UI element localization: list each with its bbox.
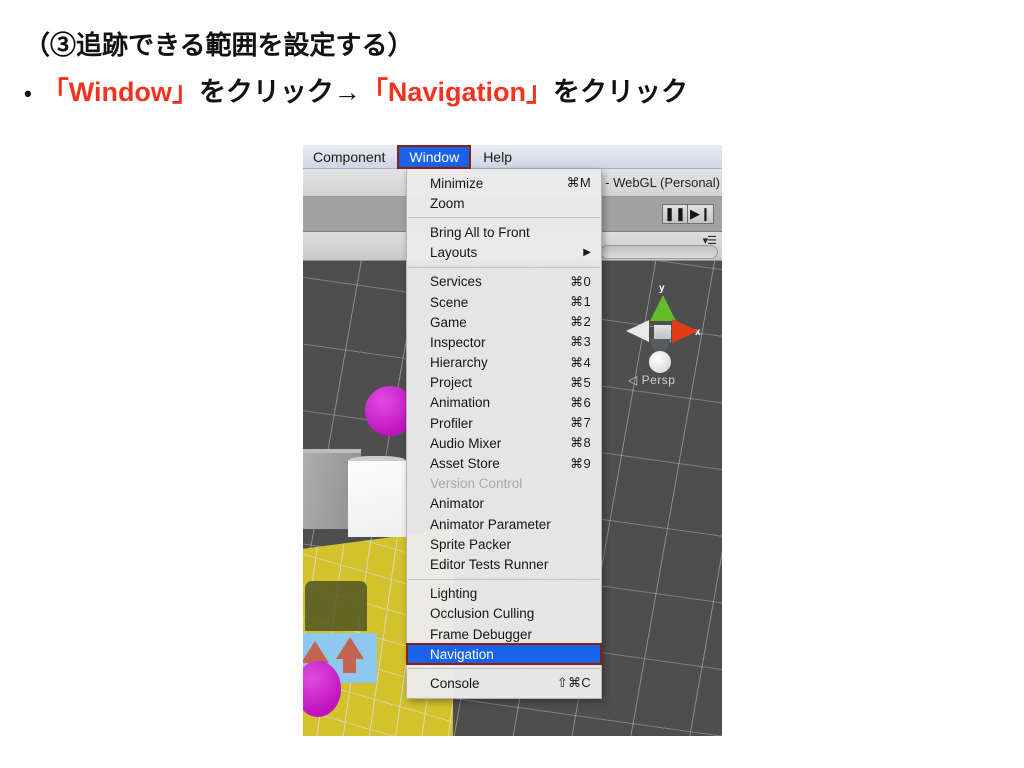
menu-item-label: Frame Debugger [430, 626, 533, 642]
menu-item-animator-parameter[interactable]: Animator Parameter [407, 514, 601, 534]
menu-item-shortcut: ⇧⌘C [556, 675, 591, 691]
gizmo-axis-x-cone[interactable] [672, 319, 698, 343]
menu-item-label: Profiler [430, 415, 473, 431]
menu-item-animation[interactable]: Animation ⌘6 [407, 393, 601, 413]
menu-item-services[interactable]: Services ⌘0 [407, 272, 601, 292]
menubar-item-component[interactable]: Component [303, 146, 395, 167]
menu-item-shortcut: ⌘M [566, 175, 591, 191]
bullet-icon: • [24, 81, 32, 106]
menu-item-inspector[interactable]: Inspector ⌘3 [407, 332, 601, 352]
menu-item-label: Hierarchy [430, 355, 488, 371]
menu-item-asset-store[interactable]: Asset Store ⌘9 [407, 453, 601, 473]
menu-item-project[interactable]: Project ⌘5 [407, 373, 601, 393]
menu-item-frame-debugger[interactable]: Frame Debugger [407, 624, 601, 644]
menu-item-label: Console [430, 675, 480, 691]
menu-item-minimize[interactable]: Minimize ⌘M [407, 173, 601, 193]
menu-item-shortcut: ⌘3 [570, 334, 591, 350]
menu-item-label: Layouts [430, 245, 478, 261]
unity-window-title: - WebGL (Personal) [605, 175, 720, 190]
menu-item-label: Lighting [430, 586, 478, 602]
pause-button[interactable]: ❚❚ [662, 204, 688, 224]
menu-item-scene[interactable]: Scene ⌘1 [407, 292, 601, 312]
heading-line-2: • 「Window」 をクリック→ 「Navigation」 をクリック [24, 74, 984, 112]
heading-line-1: （③追跡できる範囲を設定する） [24, 30, 414, 60]
menu-item-shortcut: ⌘6 [570, 394, 591, 410]
menu-name-window-emphasis: 「Window」 [41, 77, 199, 107]
unity-editor-screenshot: - WebGL (Personal) ❚❚ ▶❙ ▾☰ y x ◁ Persp … [303, 145, 722, 736]
macos-menu-bar: Component Window Help [303, 145, 722, 169]
menu-item-lighting[interactable]: Lighting [407, 584, 601, 604]
arrow-marker-1 [303, 641, 329, 663]
white-cube-object [348, 461, 406, 537]
step-button[interactable]: ▶❙ [688, 204, 714, 224]
menu-item-bring-all-to-front[interactable]: Bring All to Front [407, 222, 601, 242]
scene-orientation-gizmo[interactable]: y x ◁ Persp [616, 283, 708, 393]
menu-item-label: Sprite Packer [430, 536, 512, 552]
menu-item-label: Game [430, 314, 467, 330]
gizmo-axis-y-cone[interactable] [650, 295, 676, 321]
menu-item-shortcut: ⌘2 [570, 314, 591, 330]
scene-search-input[interactable] [600, 245, 718, 259]
menu-item-label: Navigation [430, 646, 494, 662]
menu-item-layouts[interactable]: Layouts ▶ [407, 243, 601, 263]
menu-item-label: Bring All to Front [430, 224, 530, 240]
dark-box-object [305, 581, 367, 631]
menu-item-hierarchy[interactable]: Hierarchy ⌘4 [407, 353, 601, 373]
menu-item-label: Occlusion Culling [430, 606, 535, 622]
menu-item-label: Audio Mixer [430, 435, 502, 451]
gizmo-axis-negative-x-cone[interactable] [626, 320, 649, 342]
instruction-text-1: をクリック→ [198, 77, 361, 107]
menu-item-profiler[interactable]: Profiler ⌘7 [407, 413, 601, 433]
menu-item-label: Inspector [430, 334, 486, 350]
menu-separator [408, 217, 600, 219]
menu-item-label: Version Control [430, 476, 523, 492]
menu-separator [408, 578, 600, 580]
menu-item-console[interactable]: Console ⇧⌘C [407, 673, 601, 693]
menu-item-label: Project [430, 375, 473, 391]
menu-item-label: Zoom [430, 195, 465, 211]
menu-item-animator[interactable]: Animator [407, 494, 601, 514]
menu-item-label: Services [430, 274, 482, 290]
menu-item-occlusion-culling[interactable]: Occlusion Culling [407, 604, 601, 624]
menu-item-label: Animator [430, 496, 485, 512]
menu-item-label: Asset Store [430, 456, 500, 472]
menu-item-label: Animator Parameter [430, 516, 551, 532]
instruction-text-2: をクリック [552, 77, 688, 107]
menu-item-editor-tests-runner[interactable]: Editor Tests Runner [407, 554, 601, 574]
menu-item-shortcut: ⌘1 [570, 294, 591, 310]
menu-item-shortcut: ⌘4 [570, 354, 591, 370]
arrow-marker-2-stem [343, 657, 356, 673]
menu-item-shortcut: ⌘8 [570, 435, 591, 451]
menu-item-shortcut: ⌘9 [570, 455, 591, 471]
menu-name-navigation-emphasis: 「Navigation」 [360, 77, 553, 107]
menubar-item-window[interactable]: Window [397, 145, 472, 169]
menu-item-audio-mixer[interactable]: Audio Mixer ⌘8 [407, 433, 601, 453]
arrow-marker-2 [336, 637, 364, 659]
submenu-arrow-icon: ▶ [583, 247, 591, 259]
menu-item-sprite-packer[interactable]: Sprite Packer [407, 534, 601, 554]
menubar-item-help[interactable]: Help [473, 146, 522, 167]
menu-item-zoom[interactable]: Zoom [407, 193, 601, 213]
menu-item-navigation[interactable]: Navigation [406, 643, 602, 666]
menu-item-label: Scene [430, 294, 469, 310]
menu-item-game[interactable]: Game ⌘2 [407, 312, 601, 332]
gizmo-axis-y-label: y [659, 283, 665, 294]
window-dropdown-menu[interactable]: Minimize ⌘M Zoom Bring All to Front Layouts ▶… [406, 169, 602, 699]
menu-item-label: Animation [430, 395, 491, 411]
slide-heading: （③追跡できる範囲を設定する） • 「Window」 をクリック→ 「Navig… [24, 28, 984, 112]
gizmo-axis-z-ball[interactable] [649, 351, 671, 373]
menu-separator [408, 266, 600, 268]
menu-item-label: Editor Tests Runner [430, 556, 549, 572]
menu-item-shortcut: ⌘7 [570, 415, 591, 431]
gizmo-projection-label[interactable]: ◁ Persp [628, 373, 675, 387]
menu-item-label: Minimize [430, 175, 484, 191]
menu-separator [408, 668, 600, 670]
menu-item-version-control: Version Control [407, 474, 601, 494]
menu-item-shortcut: ⌘0 [570, 273, 591, 289]
menu-item-shortcut: ⌘5 [570, 374, 591, 390]
